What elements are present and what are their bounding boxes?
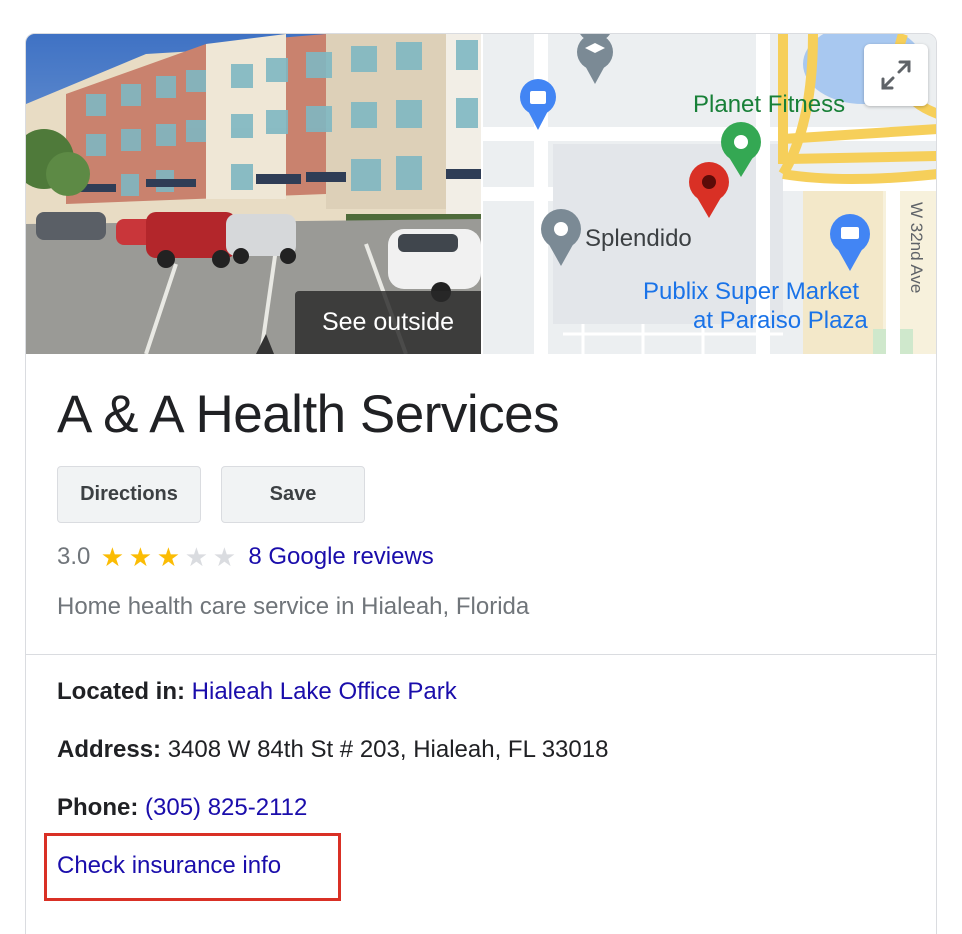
expand-map-button[interactable] <box>864 44 928 106</box>
map-label-publix-line2: at Paraiso Plaza <box>693 307 868 334</box>
star-rating: ★ ★ ★ ★ ★ <box>98 544 238 570</box>
map-label-street: W 32nd Ave <box>907 202 926 293</box>
business-name: A & A Health Services <box>57 385 560 444</box>
see-outside-button[interactable]: See outside <box>295 291 481 354</box>
knowledge-panel: See outside Planet Fitness Splendido Pub… <box>25 33 937 934</box>
phone-label: Phone: <box>57 794 145 821</box>
save-button[interactable]: Save <box>221 466 365 523</box>
star-filled-icon: ★ <box>128 542 153 572</box>
street-view-photo[interactable]: See outside <box>26 34 481 354</box>
rating-row: 3.0 ★ ★ ★ ★ ★ 8 Google reviews <box>57 542 434 572</box>
located-in-row: Located in: Hialeah Lake Office Park <box>57 678 457 706</box>
map-label-splendido: Splendido <box>585 225 692 252</box>
business-category: Home health care service in Hialeah, Flo… <box>57 593 530 620</box>
expand-icon <box>881 60 911 90</box>
star-empty-icon: ★ <box>212 542 237 572</box>
google-reviews-link[interactable]: 8 Google reviews <box>248 543 433 571</box>
rating-value: 3.0 <box>57 543 91 570</box>
address-value: 3408 W 84th St # 203, Hialeah, FL 33018 <box>167 736 609 763</box>
star-empty-icon: ★ <box>184 542 209 572</box>
map-label-planet-fitness: Planet Fitness <box>693 91 845 118</box>
map-label-publix-line1: Publix Super Market <box>643 278 859 305</box>
check-insurance-link[interactable]: Check insurance info <box>57 852 281 880</box>
address-row: Address: 3408 W 84th St # 203, Hialeah, … <box>57 736 608 764</box>
media-header: See outside Planet Fitness Splendido Pub… <box>26 34 936 354</box>
star-filled-icon: ★ <box>100 542 125 572</box>
address-label: Address: <box>57 736 168 763</box>
directions-button[interactable]: Directions <box>57 466 201 523</box>
located-in-label: Located in: <box>57 678 192 705</box>
phone-link[interactable]: (305) 825-2112 <box>145 794 307 821</box>
star-filled-icon: ★ <box>156 542 181 572</box>
section-divider <box>26 654 936 655</box>
located-in-link[interactable]: Hialeah Lake Office Park <box>192 678 457 705</box>
phone-row: Phone: (305) 825-2112 <box>57 794 307 822</box>
